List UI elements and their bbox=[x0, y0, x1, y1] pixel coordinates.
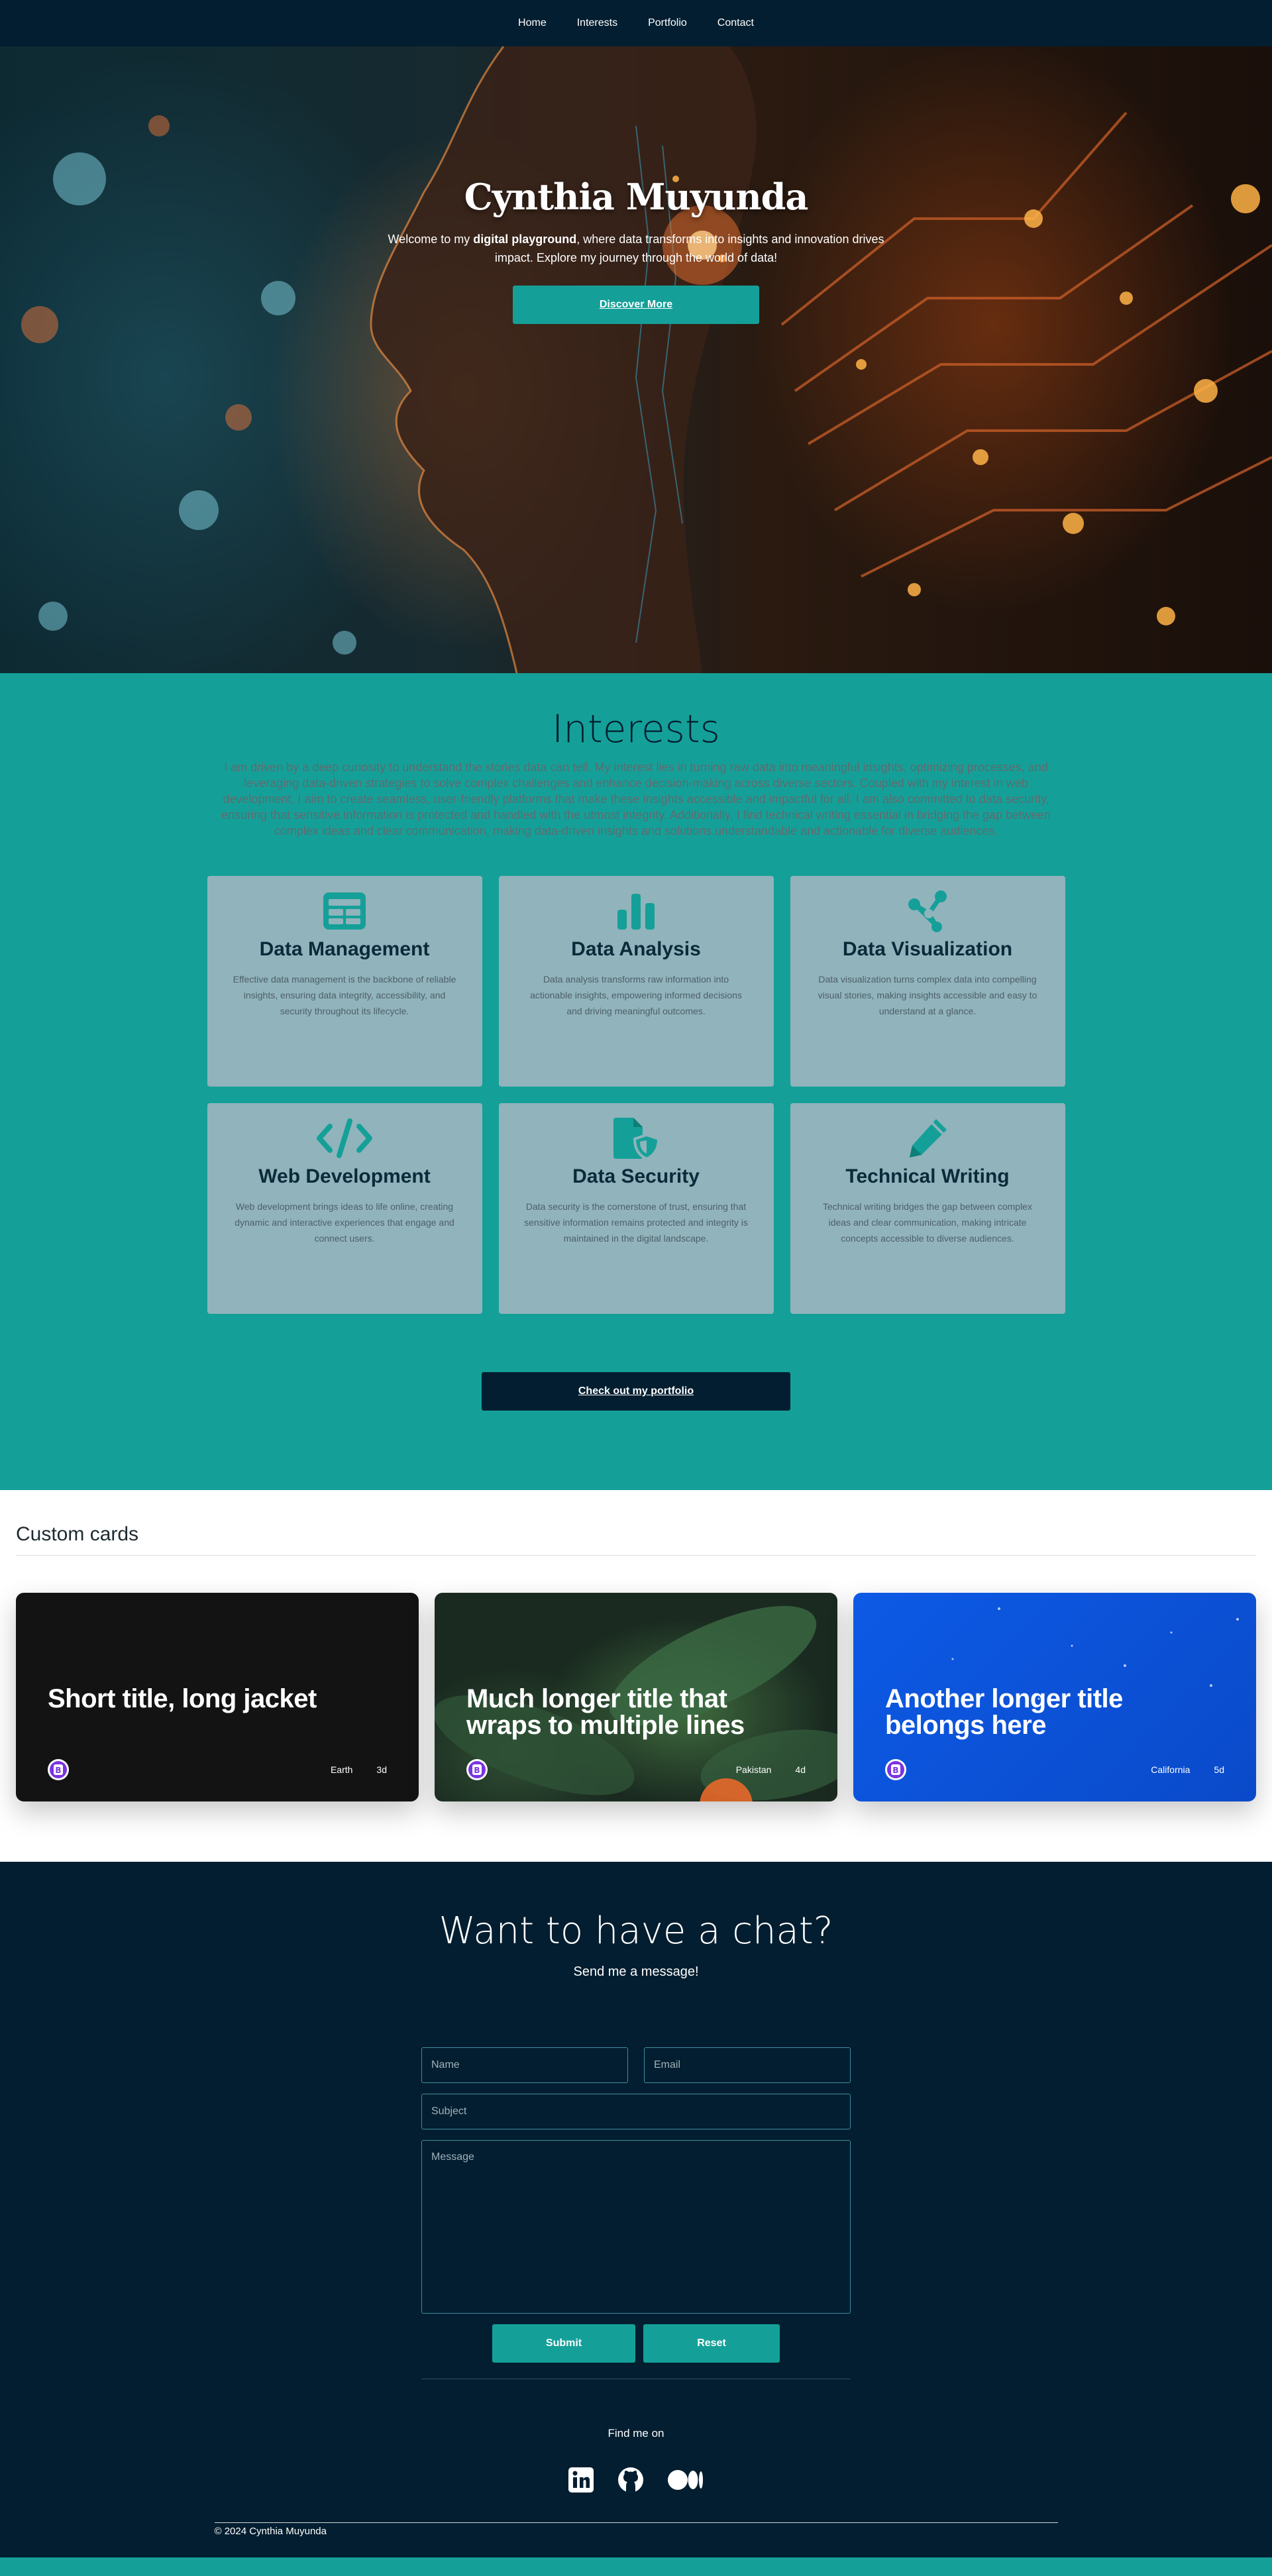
footer-band bbox=[0, 2557, 1272, 2576]
custom-cards-row: Short title, long jacket B Earth 3d Much… bbox=[16, 1593, 1256, 1801]
custom-card-meta: Earth 3d bbox=[331, 1764, 387, 1775]
pen-icon bbox=[790, 1116, 1065, 1160]
interest-cards-grid: Data Management Effective data managemen… bbox=[207, 876, 1065, 1314]
card-text: Data visualization turns complex data in… bbox=[818, 974, 1037, 1016]
bootstrap-avatar-icon: B bbox=[48, 1759, 69, 1780]
hero-background-image bbox=[21, 46, 1272, 673]
hero-subtitle-bold: digital playground bbox=[473, 233, 577, 246]
hero-content: Cynthia Muyunda Welcome to my digital pl… bbox=[0, 176, 1272, 324]
custom-card[interactable]: Much longer title that wraps to multiple… bbox=[435, 1593, 837, 1801]
find-me-label: Find me on bbox=[608, 2427, 664, 2440]
svg-text:B: B bbox=[474, 1766, 480, 1775]
file-shield-icon bbox=[499, 1116, 774, 1160]
interest-card-data-analysis: Data Analysis Data analysis transforms r… bbox=[498, 876, 774, 1087]
card-text: Web development brings ideas to life onl… bbox=[235, 1201, 454, 1244]
custom-card-meta: Pakistan 4d bbox=[736, 1764, 806, 1775]
contact-subtitle: Send me a message! bbox=[573, 1964, 699, 1979]
interest-card-data-management: Data Management Effective data managemen… bbox=[207, 876, 482, 1087]
card-time: 5d bbox=[1214, 1764, 1224, 1775]
interest-card-technical-writing: Technical Writing Technical writing brid… bbox=[790, 1103, 1065, 1314]
bootstrap-avatar-icon: B bbox=[885, 1759, 906, 1780]
reset-button[interactable]: Reset bbox=[643, 2324, 780, 2363]
svg-text:B: B bbox=[55, 1766, 61, 1775]
footer-copyright: © 2024 Cynthia Muyunda bbox=[214, 2522, 1058, 2537]
hero-section: Cynthia Muyunda Welcome to my digital pl… bbox=[0, 46, 1272, 673]
submit-button[interactable]: Submit bbox=[492, 2324, 635, 2363]
nav-home-link[interactable]: Home bbox=[518, 17, 547, 29]
nav-portfolio-link[interactable]: Portfolio bbox=[648, 17, 687, 29]
interest-card-data-security: Data Security Data security is the corne… bbox=[498, 1103, 774, 1314]
interests-section: Interests I am driven by a deep curiosit… bbox=[0, 673, 1272, 1490]
email-input[interactable]: Email bbox=[644, 2047, 851, 2083]
card-title: Data Security bbox=[572, 1165, 700, 1187]
contact-title: Want to have a chat? bbox=[439, 1909, 833, 1953]
interest-card-web-development: Web Development Web development brings i… bbox=[207, 1103, 482, 1314]
share-nodes-icon bbox=[790, 889, 1065, 933]
card-title: Data Management bbox=[259, 938, 430, 960]
custom-card[interactable]: Short title, long jacket B Earth 3d bbox=[16, 1593, 419, 1801]
card-location: Earth bbox=[330, 1764, 353, 1775]
bootstrap-avatar-icon: B bbox=[466, 1759, 488, 1780]
card-text: Data security is the cornerstone of trus… bbox=[524, 1201, 748, 1244]
message-textarea[interactable]: Message bbox=[421, 2140, 851, 2314]
contact-form: Name Email Subject Message Submit Reset bbox=[421, 2047, 851, 2363]
svg-text:B: B bbox=[892, 1766, 898, 1775]
custom-cards-section: Custom cards Short title, long jacket B … bbox=[0, 1490, 1272, 1862]
subject-input[interactable]: Subject bbox=[421, 2094, 851, 2129]
discover-more-button[interactable]: Discover More bbox=[513, 286, 759, 324]
hero-subtitle-pre: Welcome to my bbox=[388, 233, 474, 246]
code-icon bbox=[207, 1116, 482, 1160]
custom-card-title: Another longer title belongs here bbox=[885, 1684, 1123, 1740]
name-input[interactable]: Name bbox=[421, 2047, 628, 2083]
card-title: Web Development bbox=[258, 1165, 431, 1187]
interests-title: Interests bbox=[552, 706, 720, 751]
social-links bbox=[0, 2467, 1272, 2496]
check-portfolio-button[interactable]: Check out my portfolio bbox=[482, 1372, 790, 1411]
nav-contact-link[interactable]: Contact bbox=[717, 17, 754, 29]
card-text: Data analysis transforms raw information… bbox=[530, 974, 742, 1016]
hero-title: Cynthia Muyunda bbox=[464, 176, 809, 218]
card-location: Pakistan bbox=[735, 1764, 772, 1775]
interests-description: I am driven by a deep curiosity to under… bbox=[221, 761, 1051, 837]
contact-section: Want to have a chat? Send me a message! … bbox=[0, 1862, 1272, 2557]
interest-card-data-visualization: Data Visualization Data visualization tu… bbox=[790, 876, 1065, 1087]
card-title: Technical Writing bbox=[845, 1165, 1010, 1187]
custom-card[interactable]: Another longer title belongs here B Cali… bbox=[853, 1593, 1256, 1801]
custom-card-title: Short title, long jacket bbox=[48, 1684, 317, 1713]
card-text: Effective data management is the backbon… bbox=[233, 974, 456, 1016]
github-icon[interactable] bbox=[617, 2467, 644, 2496]
medium-icon[interactable] bbox=[668, 2469, 704, 2494]
bar-chart-icon bbox=[499, 889, 774, 933]
custom-card-meta: California 5d bbox=[1151, 1764, 1224, 1775]
card-text: Technical writing bridges the gap betwee… bbox=[823, 1201, 1032, 1244]
card-title: Data Visualization bbox=[842, 938, 1013, 960]
card-title: Data Analysis bbox=[571, 938, 701, 960]
custom-cards-title: Custom cards bbox=[16, 1523, 1256, 1556]
card-time: 4d bbox=[795, 1764, 806, 1775]
linkedin-icon[interactable] bbox=[568, 2467, 594, 2495]
custom-card-title: Much longer title that wraps to multiple… bbox=[466, 1684, 745, 1740]
top-navbar: Home Interests Portfolio Contact bbox=[0, 0, 1272, 46]
table-icon bbox=[207, 889, 482, 933]
hero-subtitle: Welcome to my digital playground, where … bbox=[371, 230, 901, 267]
card-location: California bbox=[1151, 1764, 1191, 1775]
nav-interests-link[interactable]: Interests bbox=[577, 17, 617, 29]
card-time: 3d bbox=[376, 1764, 387, 1775]
